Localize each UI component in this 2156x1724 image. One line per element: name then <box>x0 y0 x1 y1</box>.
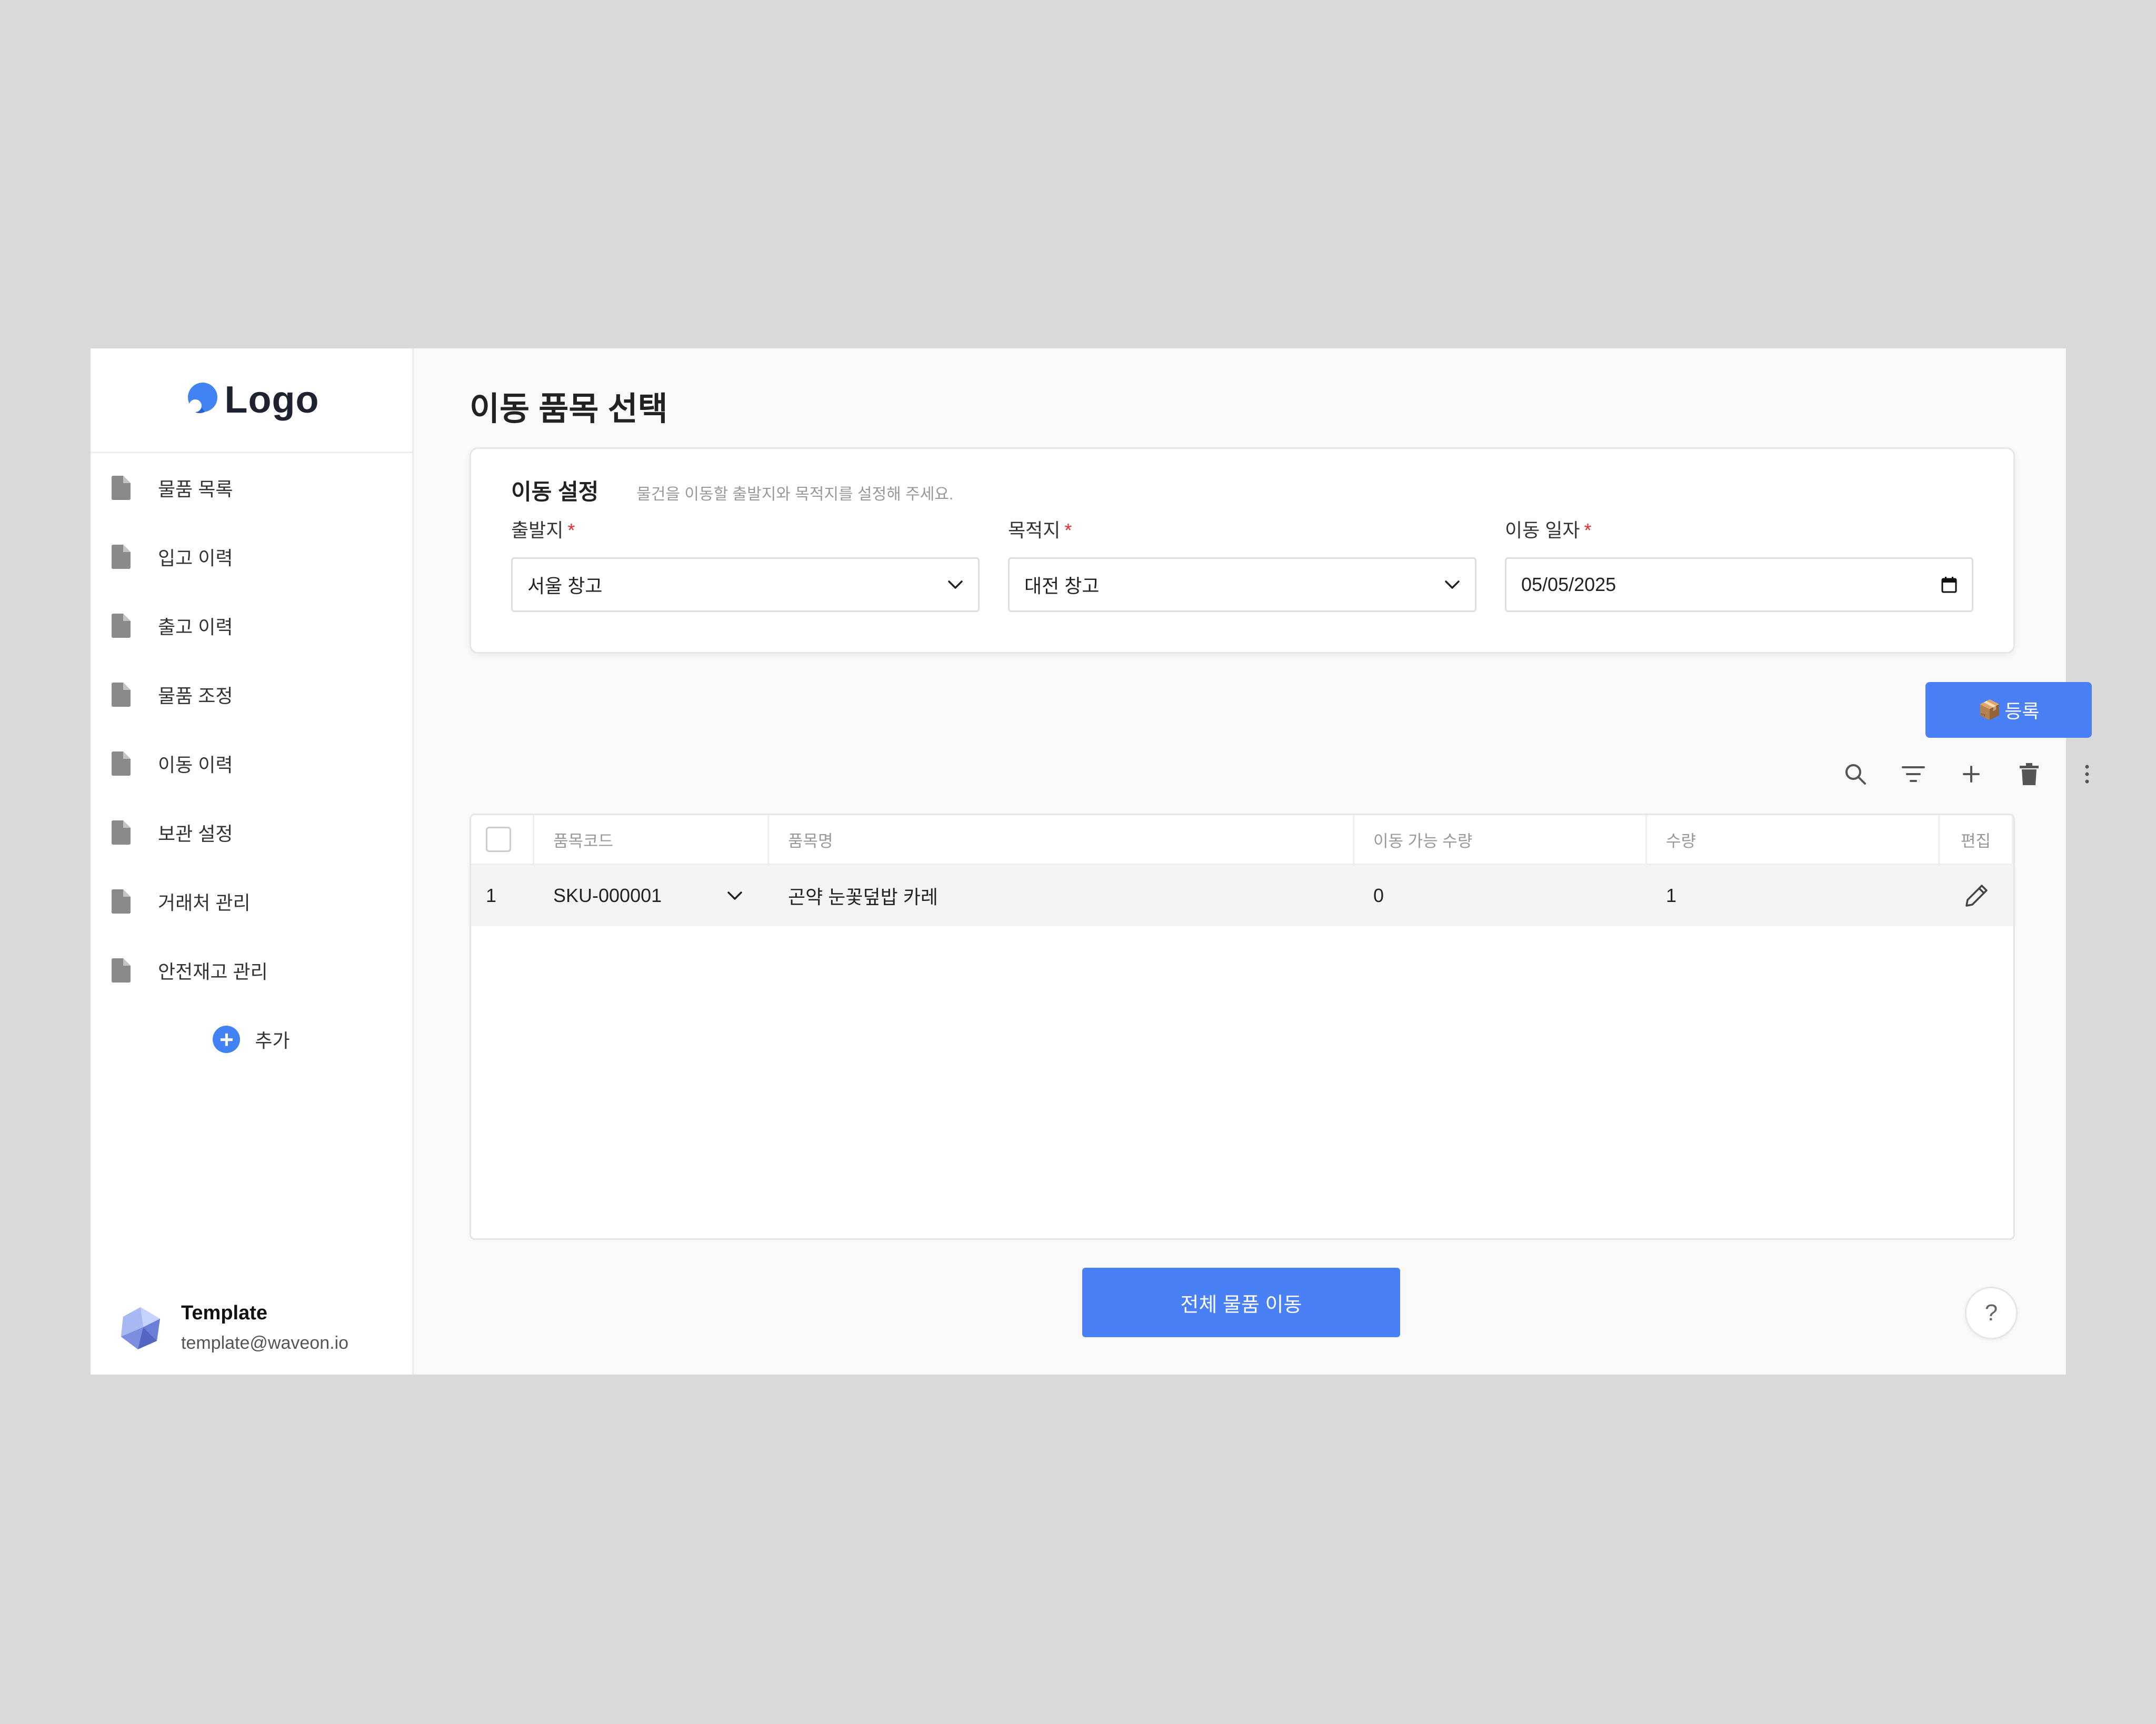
sidebar-item-label: 출고 이력 <box>158 616 233 638</box>
sidebar-add-button[interactable]: + 추가 <box>91 1005 412 1074</box>
destination-value: 대전 창고 <box>1024 575 1100 597</box>
more-vertical-icon[interactable] <box>2074 761 2100 787</box>
sidebar-item-label: 거래처 관리 <box>158 891 251 914</box>
plus-circle-icon: + <box>213 1025 241 1053</box>
date-value: 05/05/2025 <box>1521 574 1616 595</box>
avatar <box>121 1307 160 1349</box>
destination-label-text: 목적지 <box>1008 519 1061 541</box>
select-all-checkbox[interactable] <box>486 827 511 852</box>
document-icon <box>112 544 131 569</box>
document-icon <box>112 682 131 707</box>
column-header-edit: 편집 <box>1940 815 2013 864</box>
required-mark: * <box>1064 519 1072 541</box>
logo[interactable]: Logo <box>91 348 412 453</box>
logo-mark-icon <box>187 383 217 414</box>
chevron-down-icon <box>948 580 963 589</box>
card-header: 이동 설정 물건을 이동할 출발지와 목적지를 설정해 주세요. <box>511 474 953 506</box>
search-icon[interactable] <box>1843 761 1868 787</box>
document-icon <box>112 751 131 776</box>
required-mark: * <box>1584 519 1592 541</box>
sidebar-item-label: 입고 이력 <box>158 547 233 569</box>
items-table: 품목코드 품목명 이동 가능 수량 수량 편집 1 SKU-000001 곤약 … <box>470 814 2015 1240</box>
sidebar-item-safety-stock[interactable]: 안전재고 관리 <box>91 936 412 1005</box>
main-content: 이동 품목 선택 이동 설정 물건을 이동할 출발지와 목적지를 설정해 주세요… <box>414 348 2092 1375</box>
date-label: 이동 일자 * <box>1505 515 1973 543</box>
card-description: 물건을 이동할 출발지와 목적지를 설정해 주세요. <box>636 486 954 503</box>
row-index: 1 <box>486 885 497 906</box>
origin-select[interactable]: 서울 창고 <box>511 557 980 612</box>
date-field: 이동 일자 * 05/05/2025 <box>1505 515 1973 612</box>
profile-email: template@waveon.io <box>181 1333 349 1353</box>
document-icon <box>112 958 131 983</box>
sidebar-item-label: 이동 이력 <box>158 754 233 776</box>
row-quantity[interactable]: 1 <box>1647 865 1940 926</box>
app-window: Logo 물품 목록 입고 이력 출고 이력 물품 조정 이동 이력 보관 설정… <box>91 348 2092 1375</box>
table-header: 품목코드 품목명 이동 가능 수량 수량 편집 <box>471 815 2013 865</box>
row-code-cell: SKU-000001 <box>534 865 769 926</box>
calendar-icon[interactable] <box>1941 576 1957 593</box>
column-header-name[interactable]: 품목명 <box>769 815 1354 864</box>
column-header-quantity[interactable]: 수량 <box>1647 815 1940 864</box>
register-button-label: 등록 <box>2004 700 2040 722</box>
logo-text: Logo <box>224 379 320 421</box>
filter-icon[interactable] <box>1901 761 1926 787</box>
sidebar-item-storage-settings[interactable]: 보관 설정 <box>91 798 412 867</box>
date-input[interactable]: 05/05/2025 <box>1505 557 1973 612</box>
chevron-down-icon <box>727 891 742 900</box>
document-icon <box>112 889 131 914</box>
sidebar-item-label: 물품 조정 <box>158 685 233 707</box>
origin-field: 출발지 * 서울 창고 <box>511 515 980 612</box>
transfer-settings-card: 이동 설정 물건을 이동할 출발지와 목적지를 설정해 주세요. 출발지 * 서울… <box>470 447 2015 654</box>
row-name: 곤약 눈꽃덮밥 카레 <box>788 886 938 908</box>
sidebar-item-label: 안전재고 관리 <box>158 960 268 983</box>
sidebar: Logo 물품 목록 입고 이력 출고 이력 물품 조정 이동 이력 보관 설정… <box>91 348 414 1375</box>
help-button[interactable]: ? <box>1965 1287 2018 1339</box>
document-icon <box>112 820 131 845</box>
origin-label: 출발지 * <box>511 515 980 543</box>
table-row[interactable]: 1 SKU-000001 곤약 눈꽃덮밥 카레 0 1 <box>471 865 2013 926</box>
trash-icon[interactable] <box>2017 761 2042 787</box>
box-icon: 📦 <box>1978 699 2002 720</box>
destination-select[interactable]: 대전 창고 <box>1008 557 1476 612</box>
card-title: 이동 설정 <box>511 479 599 504</box>
sku-select[interactable]: SKU-000001 <box>553 885 743 907</box>
sidebar-item-item-list[interactable]: 물품 목록 <box>91 453 412 522</box>
required-mark: * <box>567 519 575 541</box>
sidebar-item-partners[interactable]: 거래처 관리 <box>91 867 412 936</box>
sidebar-item-inbound-history[interactable]: 입고 이력 <box>91 522 412 591</box>
row-edit-cell <box>1940 865 2013 926</box>
user-profile[interactable]: Template template@waveon.io <box>91 1302 412 1354</box>
origin-label-text: 출발지 <box>511 519 564 541</box>
sku-value: SKU-000001 <box>553 885 662 906</box>
move-all-items-button[interactable]: 전체 물품 이동 <box>1082 1268 1400 1337</box>
header-select-all <box>471 815 534 864</box>
sidebar-item-transfer-history[interactable]: 이동 이력 <box>91 729 412 798</box>
table-toolbar <box>1843 761 2100 787</box>
sidebar-item-outbound-history[interactable]: 출고 이력 <box>91 591 412 660</box>
register-button[interactable]: 📦 등록 <box>1925 682 2092 738</box>
column-header-code[interactable]: 품목코드 <box>534 815 769 864</box>
row-available: 0 <box>1373 885 1384 906</box>
column-header-available[interactable]: 이동 가능 수량 <box>1354 815 1647 864</box>
sidebar-add-label: 추가 <box>255 1029 290 1051</box>
profile-name: Template <box>181 1302 268 1324</box>
document-icon <box>112 475 131 500</box>
origin-value: 서울 창고 <box>527 575 603 597</box>
destination-label: 목적지 * <box>1008 515 1476 543</box>
plus-icon[interactable] <box>1959 761 1984 787</box>
page-title: 이동 품목 선택 <box>470 391 668 427</box>
sidebar-item-label: 물품 목록 <box>158 478 233 500</box>
pencil-icon[interactable] <box>1964 883 1989 908</box>
sidebar-nav: 물품 목록 입고 이력 출고 이력 물품 조정 이동 이력 보관 설정 거래처 … <box>91 453 412 1005</box>
date-label-text: 이동 일자 <box>1505 519 1580 541</box>
sidebar-item-label: 보관 설정 <box>158 823 233 845</box>
sidebar-item-adjustment[interactable]: 물품 조정 <box>91 660 412 729</box>
chevron-down-icon <box>1445 580 1460 589</box>
document-icon <box>112 613 131 638</box>
destination-field: 목적지 * 대전 창고 <box>1008 515 1476 612</box>
